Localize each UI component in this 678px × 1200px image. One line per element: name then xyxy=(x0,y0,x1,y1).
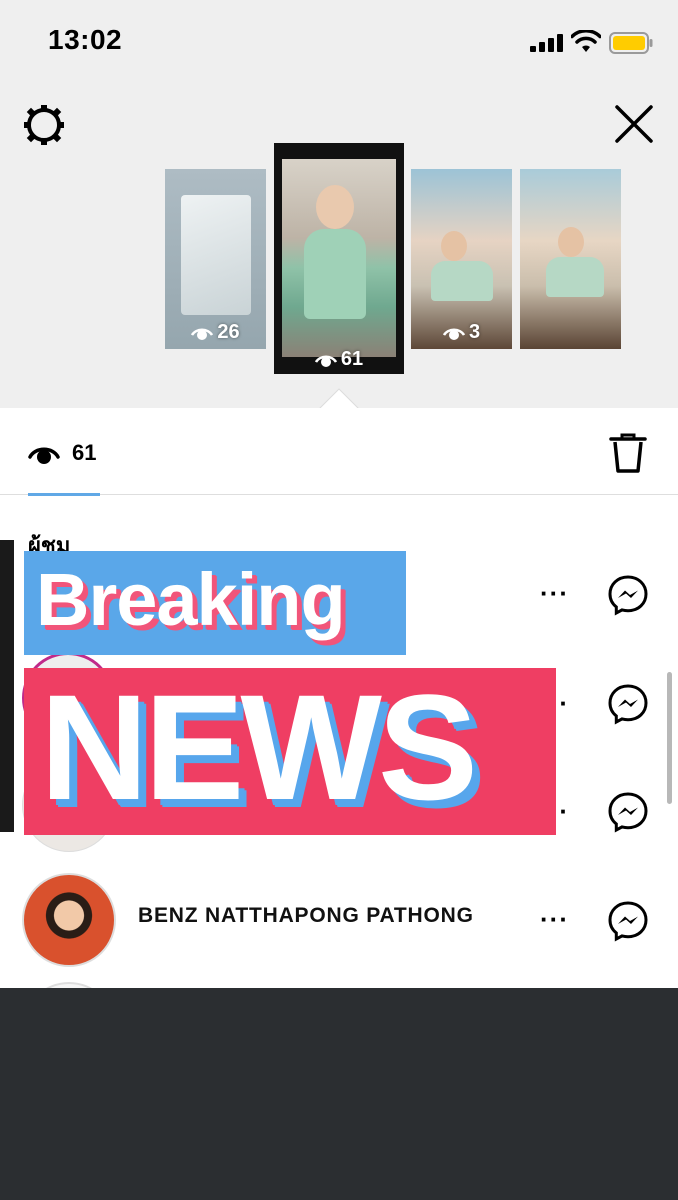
battery-icon xyxy=(609,32,653,54)
scrollbar[interactable] xyxy=(667,672,672,804)
messenger-icon[interactable] xyxy=(607,791,649,833)
trash-icon[interactable] xyxy=(609,432,647,474)
thumbnail-inner-screen xyxy=(181,195,251,315)
more-options-icon[interactable]: ··· xyxy=(540,580,569,606)
messenger-icon[interactable] xyxy=(607,683,649,725)
messenger-icon[interactable] xyxy=(607,900,649,942)
bottom-dark-area xyxy=(0,988,678,1200)
eye-icon xyxy=(28,447,60,464)
breaking-text: Breaking xyxy=(36,558,346,641)
eye-icon xyxy=(314,355,337,367)
wifi-icon xyxy=(571,30,601,52)
story-thumbnail[interactable]: 3 xyxy=(411,169,512,349)
tab-indicator xyxy=(28,493,100,496)
viewer-name[interactable]: BENZ NATTHAPONG PATHONG xyxy=(138,904,474,928)
status-time: 13:02 xyxy=(48,24,123,55)
cellular-signal-icon xyxy=(530,34,563,52)
settings-gear-icon[interactable] xyxy=(22,103,66,147)
selected-pointer xyxy=(319,388,359,410)
close-icon[interactable] xyxy=(613,103,655,145)
view-count: 26 xyxy=(217,321,240,343)
avatar[interactable] xyxy=(22,873,116,967)
eye-icon xyxy=(191,328,214,340)
view-count: 61 xyxy=(340,348,364,370)
eye-icon xyxy=(442,328,466,340)
news-text: NEWS xyxy=(40,663,478,831)
view-count: 3 xyxy=(468,321,481,343)
story-thumbnail-selected[interactable]: 61 xyxy=(274,143,404,374)
thumbnail-photo xyxy=(282,159,396,357)
divider xyxy=(0,494,678,495)
overlay-left-bar xyxy=(0,540,14,832)
story-thumbnail[interactable]: 26 xyxy=(165,169,266,349)
story-thumbnail[interactable] xyxy=(520,169,621,349)
more-options-icon[interactable]: ··· xyxy=(540,906,569,932)
view-count-total: 61 xyxy=(72,440,97,465)
messenger-icon[interactable] xyxy=(607,574,649,616)
